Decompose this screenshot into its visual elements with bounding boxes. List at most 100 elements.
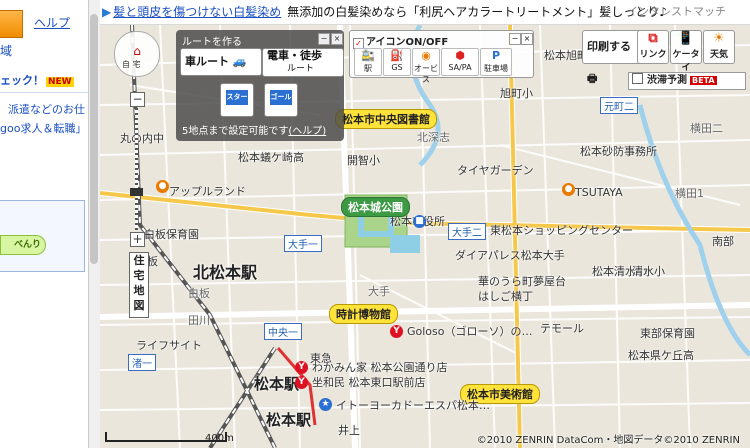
map-label: 開智小 bbox=[347, 154, 380, 167]
divider bbox=[0, 92, 88, 93]
orbis-icon: ◉ bbox=[421, 49, 431, 62]
map-label: 大手 bbox=[368, 285, 390, 298]
restaurant-icon[interactable]: Y bbox=[295, 361, 308, 374]
icon-toggle-panel: ✓ アイコンON/OFF − × 🚉 駅 ⛽ GS ◉ オービス ⬢ SA/PA P 駐車場 bbox=[349, 30, 534, 84]
shop-icon[interactable]: ● bbox=[156, 180, 169, 193]
mobile-button[interactable]: 📱 ケータイ bbox=[670, 30, 702, 73]
link-icon: ⧉ bbox=[648, 31, 658, 46]
map-label: アップルランド bbox=[169, 185, 246, 198]
copyright: ©2010 ZENRIN DataCom・地図データ©2010 ZENRIN bbox=[476, 435, 740, 446]
weather-icon: ☀ bbox=[713, 31, 725, 46]
train-walk-route-button[interactable]: 電車・徒歩 ルート bbox=[262, 48, 344, 77]
shop-icon[interactable]: ● bbox=[562, 183, 575, 196]
map-label: 松本蟻ケ崎高 bbox=[238, 151, 304, 164]
icon-toggle-gs[interactable]: ⛽ GS bbox=[383, 48, 411, 76]
map-label: 北深志 bbox=[417, 131, 450, 144]
library-pill[interactable]: 松本市中央図書館 bbox=[335, 109, 437, 129]
train-walk-label: 電車・徒歩 bbox=[267, 49, 322, 62]
icon-toggle-sapa[interactable]: ⬢ SA/PA bbox=[441, 48, 479, 76]
map-label: 東部保育園 bbox=[640, 327, 695, 340]
compass-control[interactable]: ⌂ 自 宅 bbox=[114, 31, 160, 77]
parking-icon: P bbox=[491, 49, 501, 62]
map-label: テモール bbox=[540, 322, 584, 335]
weather-button[interactable]: ☀ 天気 bbox=[703, 30, 735, 64]
left-side-panel: ヘルプ 域 ェック！ NEW 派遣などのお仕 goo求人＆転職」 べんり bbox=[0, 0, 88, 448]
map-label: 白板 bbox=[188, 287, 210, 300]
map-label: 田川 bbox=[188, 314, 210, 327]
goal-flag-icon: ゴール bbox=[270, 90, 292, 105]
poi-label[interactable]: わかみん家 松本公園通り店 bbox=[312, 359, 448, 375]
icon-toggle-parking[interactable]: P 駐車場 bbox=[480, 48, 512, 76]
check-text: ェック！ bbox=[0, 74, 44, 87]
map-label: 井上 bbox=[338, 424, 360, 437]
clock-museum-pill[interactable]: 時計博物館 bbox=[329, 304, 398, 324]
scale-label: 400m bbox=[205, 433, 234, 444]
home-icon[interactable]: ⌂ bbox=[128, 44, 146, 58]
zoom-out-button[interactable]: − bbox=[130, 92, 145, 107]
page-scrollbar[interactable] bbox=[88, 0, 100, 448]
help-link[interactable]: ヘルプ bbox=[34, 14, 70, 31]
map-label: 横田二 bbox=[690, 122, 723, 135]
route-help-link[interactable]: (ヘルプ) bbox=[288, 126, 326, 137]
car-icon: 🚙 bbox=[232, 55, 247, 68]
map-label: はしご横丁 bbox=[478, 290, 533, 303]
zoom-track[interactable] bbox=[135, 108, 138, 230]
castle-park-pill[interactable]: 松本城公園 bbox=[341, 197, 410, 217]
shop-icon[interactable]: ★ bbox=[319, 398, 332, 411]
link-button[interactable]: ⧉ リンク bbox=[637, 30, 669, 64]
close-icon[interactable]: × bbox=[521, 33, 533, 45]
poi-label[interactable]: 坐和民 松本東口駅前店 bbox=[312, 374, 426, 390]
zoom-in-button[interactable]: + bbox=[130, 232, 145, 247]
icon-toggle-orbis[interactable]: ◉ オービス bbox=[412, 48, 440, 84]
icon-toggle-station[interactable]: 🚉 駅 bbox=[354, 48, 382, 76]
poi-label[interactable]: イトーヨーカドーエスパ松本… bbox=[336, 397, 490, 413]
residential-map-button[interactable]: 住宅地図 bbox=[129, 252, 149, 318]
ad-link-1[interactable]: 派遣などのお仕 bbox=[8, 101, 85, 117]
restaurant-icon[interactable]: Y bbox=[295, 376, 308, 389]
checkbox-icon[interactable] bbox=[632, 73, 643, 84]
map-label-kita-matsumoto: 北松本駅 bbox=[193, 263, 258, 282]
left-orange-button[interactable] bbox=[0, 10, 23, 38]
map-label: 清水小 bbox=[632, 265, 665, 278]
start-flag-icon: スタート bbox=[226, 90, 248, 116]
beta-badge: BETA bbox=[690, 76, 717, 85]
zoom-knob[interactable] bbox=[130, 188, 143, 196]
map-canvas[interactable]: 丸の内中 松本蟻ケ崎高 開智小 北深志 タイヤガーデン アップルランド 白板保育… bbox=[100, 25, 750, 448]
ad-link-2[interactable]: goo求人＆転職」 bbox=[0, 120, 86, 136]
close-icon[interactable]: × bbox=[331, 33, 343, 45]
map-label: 東松本ショッピングセンター bbox=[490, 224, 633, 237]
goal-flag-button[interactable]: ゴール bbox=[264, 83, 298, 117]
traffic-forecast-toggle[interactable]: 渋滞予測 BETA bbox=[628, 72, 746, 90]
area-link[interactable]: 域 bbox=[0, 42, 12, 59]
check-promo[interactable]: ェック！ NEW bbox=[0, 72, 74, 88]
route-panel-title: ルートを作る bbox=[182, 37, 242, 48]
ad-link-hair[interactable]: 髪と頭皮を傷つけない白髪染め bbox=[113, 5, 281, 19]
route-note-text: 5地点まで設定可能です bbox=[182, 126, 289, 137]
poi-label[interactable]: Goloso（ゴローソ）の… bbox=[407, 323, 533, 339]
map-label-matsumoto-station: 松本駅 bbox=[254, 375, 300, 393]
car-route-button[interactable]: 車ルート 🚙 bbox=[180, 48, 262, 76]
icon-panel-title-text: アイコンON/OFF bbox=[366, 37, 449, 48]
scrollbar-thumb[interactable] bbox=[90, 14, 98, 264]
route-note: 5地点まで設定可能です(ヘルプ) bbox=[182, 122, 326, 137]
service-area-icon: ⬢ bbox=[455, 49, 465, 62]
ad-text-hair[interactable]: 無添加の白髪染めなら「利尻ヘアカラートリートメント」髪しっとり♪ bbox=[287, 5, 667, 19]
printer-icon: 🖶 bbox=[587, 72, 598, 85]
icon-panel-title[interactable]: ✓ アイコンON/OFF bbox=[353, 33, 448, 49]
map-label: 旭町小 bbox=[500, 87, 533, 100]
mobile-icon: 📱 bbox=[677, 31, 695, 46]
intersection-tag: 中央一 bbox=[264, 323, 302, 340]
ad-source[interactable]: インタレストマッチ bbox=[627, 0, 726, 24]
minimize-icon[interactable]: − bbox=[318, 33, 330, 45]
ad-bar: ▶ 髪と頭皮を傷つけない白髪染め 無添加の白髪染めなら「利尻ヘアカラートリートメント… bbox=[100, 0, 750, 25]
car-route-label: 車ルート bbox=[185, 55, 229, 68]
zoom-slider[interactable]: − + bbox=[130, 92, 145, 247]
restaurant-icon[interactable]: Y bbox=[390, 325, 403, 338]
print-button[interactable]: 印刷する 🖶 bbox=[582, 30, 644, 85]
start-flag-button[interactable]: スタート bbox=[220, 83, 254, 117]
city-hall-marker-icon[interactable]: ■ bbox=[413, 215, 426, 228]
map-label: 横田1 bbox=[675, 187, 704, 200]
train-icon: 🚉 bbox=[361, 49, 375, 62]
minimize-icon[interactable]: − bbox=[509, 33, 521, 45]
intersection-tag: 渚一 bbox=[128, 354, 156, 371]
